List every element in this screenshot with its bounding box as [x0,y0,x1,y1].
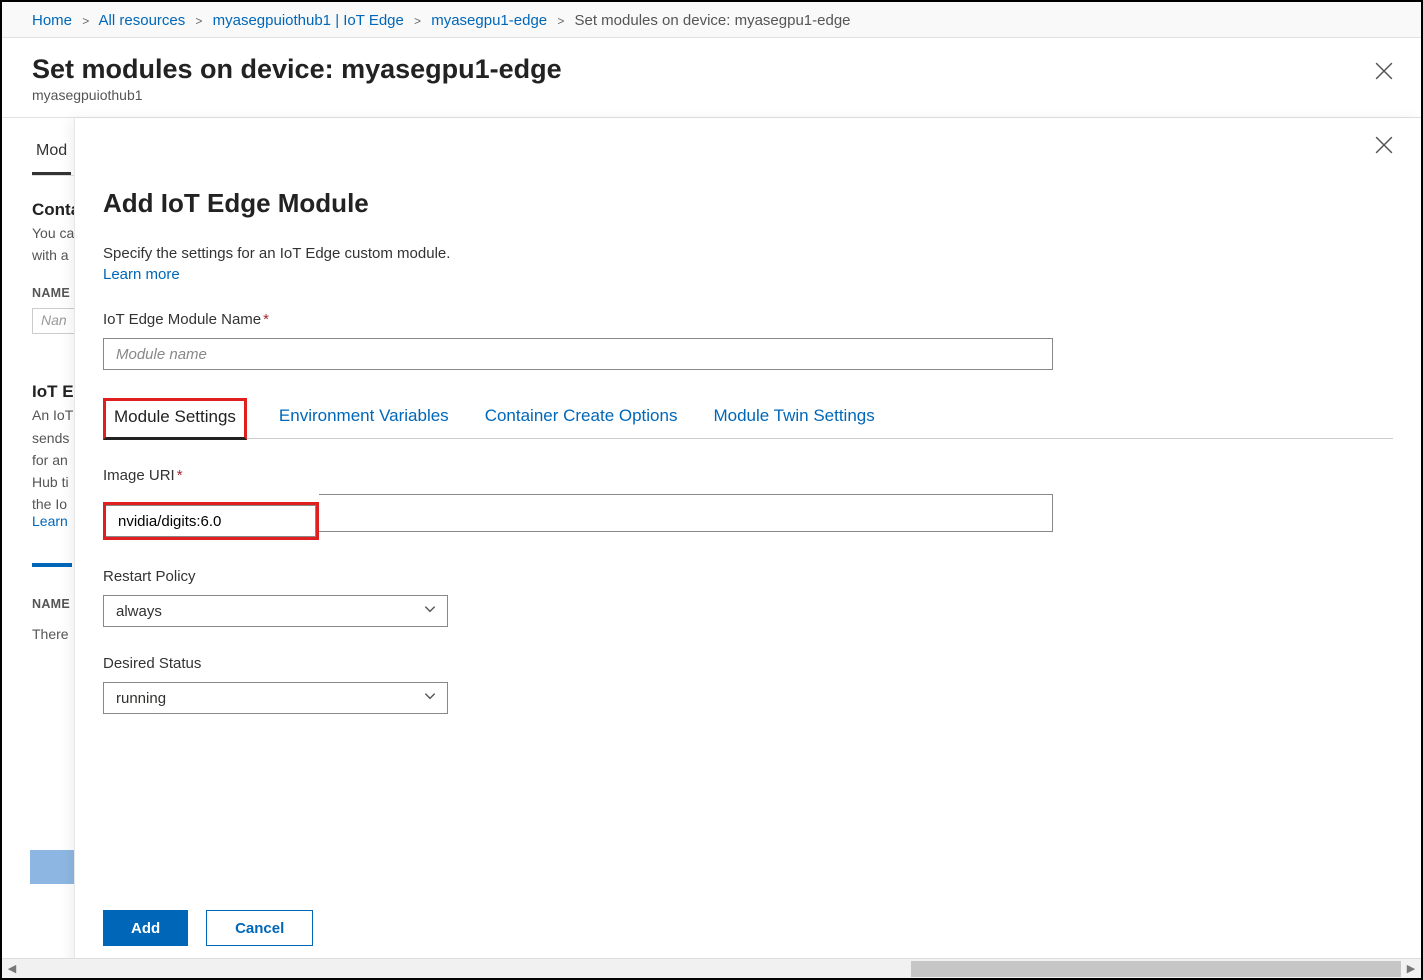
breadcrumb-home[interactable]: Home [32,12,72,29]
image-uri-label: Image URI* [103,467,1393,484]
desired-status-select[interactable]: running [103,682,448,714]
restart-policy-value: always [116,603,162,620]
desired-status-label: Desired Status [103,655,1393,672]
chevron-down-icon [423,689,437,707]
close-icon[interactable] [1375,136,1393,154]
chevron-down-icon [423,602,437,620]
chevron-right-icon: > [414,14,421,28]
chevron-right-icon: > [195,14,202,28]
close-icon[interactable] [1375,62,1393,80]
breadcrumb-all-resources[interactable]: All resources [99,12,186,29]
horizontal-scrollbar[interactable]: ◀ ▶ [2,958,1421,978]
page-subtitle: myasegpuiothub1 [32,87,1391,103]
blade-description: Specify the settings for an IoT Edge cus… [103,245,450,262]
tab-module-twin-settings[interactable]: Module Twin Settings [709,398,878,438]
breadcrumb-current: Set modules on device: myasegpu1-edge [575,12,851,29]
chevron-right-icon: > [82,14,89,28]
breadcrumb-iothub[interactable]: myasegpuiothub1 | IoT Edge [213,12,404,29]
restart-policy-select[interactable]: always [103,595,448,627]
module-name-input[interactable] [103,338,1053,370]
module-tabs: Module Settings Environment Variables Co… [103,398,1393,439]
page-header: Set modules on device: myasegpu1-edge my… [2,38,1421,118]
image-uri-input-continuation[interactable] [319,494,1053,532]
desired-status-value: running [116,690,166,707]
module-name-label: IoT Edge Module Name* [103,311,1393,328]
breadcrumb: Home > All resources > myasegpuiothub1 |… [2,2,1421,38]
learn-more-link[interactable]: Learn [32,513,68,529]
tab-modules[interactable]: Mod [32,134,71,175]
scroll-right-icon[interactable]: ▶ [1401,962,1421,975]
cancel-button[interactable]: Cancel [206,910,313,946]
restart-policy-label: Restart Policy [103,568,1393,585]
required-indicator: * [263,311,269,328]
tab-module-settings[interactable]: Module Settings [103,398,247,440]
tab-environment-variables[interactable]: Environment Variables [275,398,453,438]
scroll-left-icon[interactable]: ◀ [2,962,22,975]
blade-title: Add IoT Edge Module [103,188,1393,219]
page-title: Set modules on device: myasegpu1-edge [32,54,1391,85]
required-indicator: * [177,467,183,484]
scroll-thumb[interactable] [911,961,1401,977]
add-module-blade: Add IoT Edge Module Specify the settings… [74,118,1421,978]
image-uri-input[interactable] [106,505,316,537]
breadcrumb-edge-device[interactable]: myasegpu1-edge [431,12,547,29]
add-button-partial[interactable] [32,563,72,567]
chevron-right-icon: > [557,14,564,28]
scroll-track[interactable] [22,959,1401,978]
image-uri-highlight [103,502,319,540]
review-button-partial[interactable] [30,850,78,884]
tab-container-create-options[interactable]: Container Create Options [481,398,682,438]
add-button[interactable]: Add [103,910,188,946]
learn-more-link[interactable]: Learn more [103,266,1393,283]
